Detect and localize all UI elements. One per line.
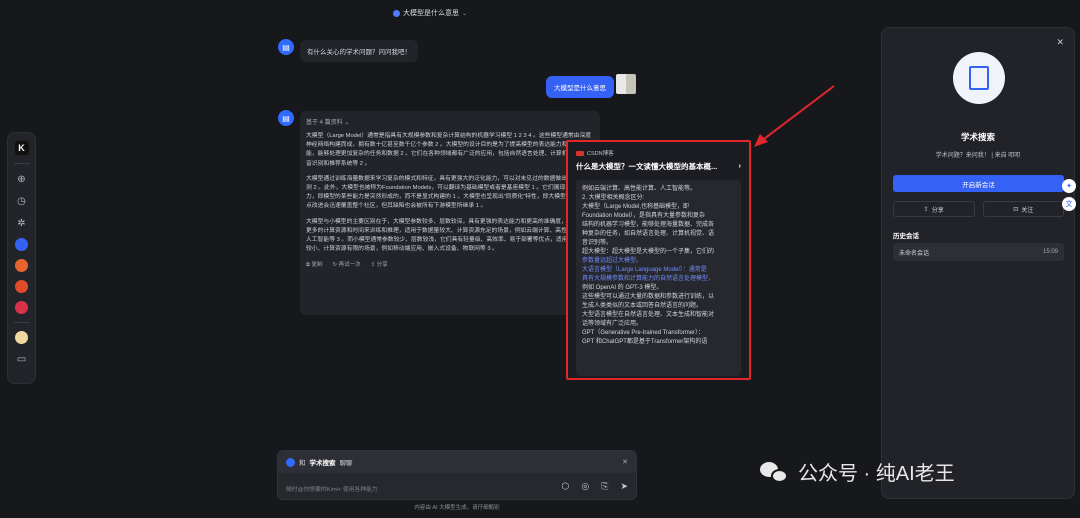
user-avatar	[616, 74, 636, 94]
excerpt-line: GPT（Generative Pre-trained Transformer）：	[582, 330, 705, 336]
excerpt-line: 参数量远超过大模型。	[582, 258, 643, 264]
save-icon: ⊡	[1013, 206, 1019, 213]
bot-title: 学术搜索	[960, 132, 995, 142]
history-item-name: 未命名会话	[899, 250, 930, 257]
excerpt-line: Foundation Model），是指具有大量参数和复杂	[582, 213, 706, 219]
annotation-arrow-icon	[754, 85, 835, 147]
bot-info-panel: ✕ 学术搜索 学术问题？来问我！ | 来自 叩叩 开启新会话 ⇪ 分享 ⊡ 关注 历…	[881, 27, 1075, 499]
excerpt-line: 超大模型：超大模型是大模型的一个子集，它们的	[582, 249, 715, 255]
follow-label: 关注	[1021, 207, 1034, 214]
excerpt-line: 大语言模型（Large Language Model）：通常是	[582, 267, 707, 273]
bot-avatar-icon	[392, 9, 400, 17]
excerpt-line: 例如 OpenAI 的 GPT-3 模型。	[582, 285, 663, 291]
conversation-title-text: 大模型是什么意思	[402, 10, 459, 17]
academic-search-app-icon[interactable]	[15, 238, 28, 251]
send-icon[interactable]: ➤	[620, 481, 628, 492]
ai-disclaimer: 内容由 AI 大模型生成，请仔细甄别	[414, 505, 500, 511]
excerpt-line: 结构的机器学习模型，能够处理海量数据、完成各	[582, 222, 715, 228]
source-site: CSDN博客	[576, 149, 749, 157]
answer-paragraph: 大模型（Large Model）通常是指具有大规模参数和复杂计算结构的机器学习模…	[306, 133, 592, 167]
app-icon-pink[interactable]	[15, 301, 28, 314]
sparkle-icon[interactable]: ✦	[1062, 179, 1076, 193]
bot-avatar: ▤	[278, 110, 294, 126]
answer-paragraph: 大模型与小模型的主要区别在于，大模型参数较多、层数较深，具有更强的表达能力和更高…	[306, 218, 591, 253]
copy-label: 复制	[311, 262, 323, 269]
user-message: 大模型是什么意思	[546, 76, 614, 98]
phone-icon[interactable]: ▭	[15, 352, 29, 366]
composer-header: 和 学术搜索 聊聊 ✕	[278, 451, 636, 473]
new-chat-button[interactable]: 开启新会话	[893, 175, 1064, 192]
chevron-down-icon: ⌄	[461, 10, 468, 17]
csdn-logo-icon	[576, 150, 584, 156]
new-chat-icon[interactable]: ⊕	[15, 172, 29, 186]
history-item[interactable]: 未命名会话 15:09	[893, 243, 1064, 261]
dock-divider	[13, 163, 30, 164]
follow-button[interactable]: ⊡ 关注	[982, 201, 1064, 217]
cube-icon[interactable]: ⬡	[562, 481, 570, 492]
greeting-message: 有什么关心的学术问题？问问我吧！	[300, 40, 418, 62]
chevron-right-icon: ›	[738, 161, 742, 170]
close-icon[interactable]: ✕	[622, 458, 628, 466]
sources-toggle[interactable]: 基于 4 篇资料 ⌄	[306, 117, 594, 126]
composer-bot-name: 学术搜索	[309, 460, 336, 467]
kimi-plus-icon[interactable]: ✲	[15, 216, 29, 230]
panel-actions: ⇪ 分享 ⊡ 关注	[893, 201, 1064, 217]
share-bot-button[interactable]: ⇪ 分享	[893, 201, 975, 217]
watermark: 公众号 · 纯AI老王	[760, 457, 955, 486]
close-icon[interactable]: ✕	[1056, 37, 1064, 48]
bot-avatar-icon	[286, 457, 295, 467]
kimi-logo-icon[interactable]: K	[14, 141, 29, 155]
history-icon[interactable]: ◷	[15, 194, 29, 208]
regenerate-button[interactable]: ↻ 再试一次	[332, 260, 360, 269]
excerpt-line: 例如云端计算、高性能计算、人工智能等。	[582, 186, 697, 192]
message-input[interactable]: 随时@你想要的Kimi+ 使用各种能力	[286, 484, 378, 493]
app-icon-orange[interactable]	[15, 259, 28, 272]
composer-suffix: 聊聊	[339, 460, 353, 467]
answer-paragraph: 大模型通过训练海量数据来学习复杂的模式和特征，具有更强大的泛化能力，可以对未见过…	[306, 175, 593, 210]
source-excerpt: 例如云端计算、高性能计算、人工智能等。 2. 大模型相关概念区分: 大模型（La…	[576, 180, 741, 376]
excerpt-line: GPT 和ChatGPT都是基于Transformer架构的语	[582, 339, 708, 345]
source-title-link[interactable]: 什么是大模型？一文读懂大模型的基本概... ›	[576, 161, 741, 172]
source-name: CSDN博客	[587, 151, 614, 157]
composer-prefix: 和	[299, 460, 306, 467]
left-dock: K ⊕ ◷ ✲ ▭	[7, 132, 36, 384]
wechat-logo-icon	[760, 460, 790, 484]
app-icon-red[interactable]	[15, 280, 28, 293]
history-title: 历史会话	[893, 233, 919, 240]
share-label: 分享	[376, 262, 388, 269]
excerpt-line: 大型语言模型在自然语言处理、文本生成和智能对	[582, 312, 715, 318]
excerpt-line: 种复杂的任务，如自然语言处理、计算机视觉、语	[582, 231, 715, 237]
excerpt-line: 2. 大模型相关概念区分:	[582, 195, 645, 201]
excerpt-line: 音识别等。	[582, 240, 613, 246]
source-popover[interactable]: CSDN博客 什么是大模型？一文读懂大模型的基本概... › 例如云端计算、高性…	[566, 140, 751, 380]
sources-count: 基于 4 篇资料	[306, 120, 343, 126]
translate-icon[interactable]: 文	[1062, 197, 1076, 211]
excerpt-line: 这些模型可以通过大量的数据和参数进行训练，以	[582, 294, 715, 300]
share-icon: ⇪	[923, 206, 929, 213]
regenerate-label: 再试一次	[338, 262, 361, 269]
history-item-time: 15:09	[1042, 249, 1058, 255]
bot-avatar: ▤	[278, 39, 294, 55]
dock-divider	[13, 322, 30, 323]
excerpt-line: 话等领域有广泛应用。	[582, 321, 643, 327]
bot-subtitle: 学术问题？来问我！ | 来自 叩叩	[935, 153, 1021, 159]
excerpt-line: 生成人类类似的文本或回答自然语言的问题。	[582, 303, 703, 309]
attach-file-icon[interactable]: ⎘	[601, 481, 608, 492]
message-composer: 和 学术搜索 聊聊 ✕ 随时@你想要的Kimi+ 使用各种能力 ⬡ ◎ ⎘ ➤	[277, 450, 637, 500]
answer-actions: ⧉ 复制 ↻ 再试一次 ⇪ 分享	[306, 260, 594, 269]
excerpt-line: 具有大规模参数和计算能力的自然语言处理模型，	[582, 276, 715, 282]
conversation-title[interactable]: 大模型是什么意思 ⌄	[0, 8, 860, 18]
share-button[interactable]: ⇪ 分享	[371, 260, 388, 269]
globe-icon[interactable]: ◎	[581, 481, 589, 492]
answer-message: 基于 4 篇资料 ⌄ 大模型（Large Model）通常是指具有大规模参数和复…	[300, 111, 600, 315]
user-avatar[interactable]	[15, 331, 28, 344]
copy-button[interactable]: ⧉ 复制	[306, 260, 322, 269]
composer-tools: ⬡ ◎ ⎘ ➤	[562, 481, 628, 492]
source-title: 什么是大模型？一文读懂大模型的基本概...	[576, 162, 718, 171]
academic-search-logo-icon	[953, 52, 1005, 104]
share-label: 分享	[931, 207, 944, 214]
excerpt-line: 大模型（Large Model,也称基础模型，即	[582, 204, 690, 210]
watermark-text: 公众号 · 纯AI老王	[798, 463, 955, 485]
